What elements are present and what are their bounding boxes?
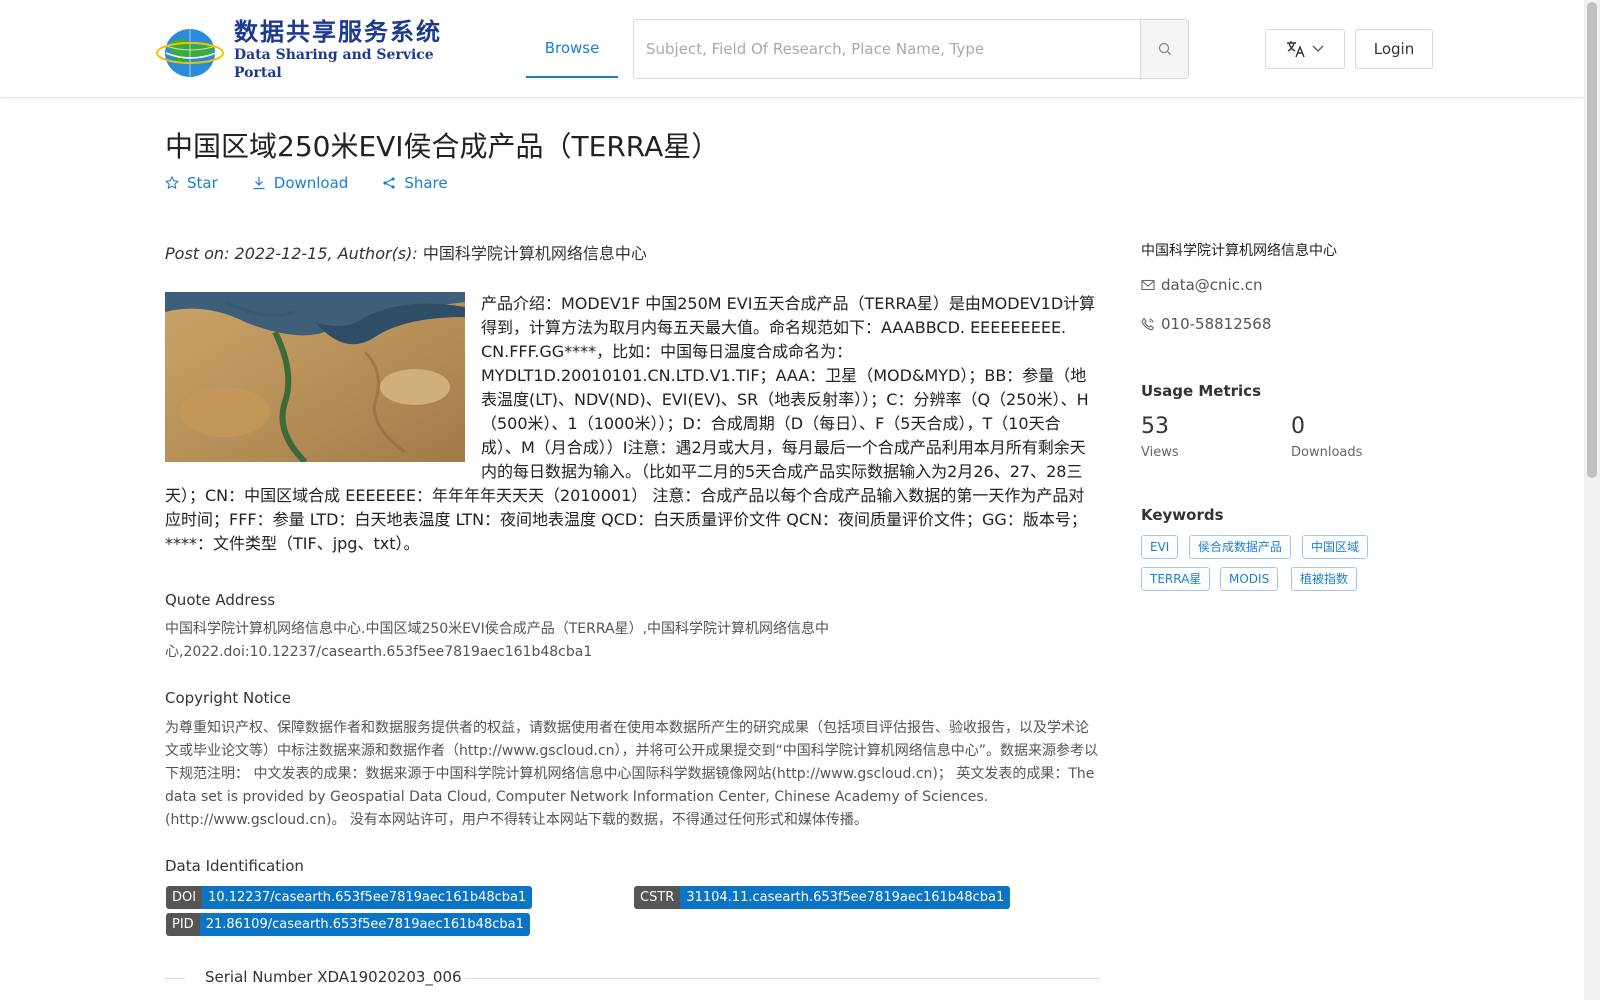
views-count: 53 (1141, 414, 1169, 439)
keyword-tag[interactable]: EVI (1141, 535, 1179, 559)
cstr-key: CSTR (634, 886, 681, 909)
language-switch-button[interactable] (1265, 29, 1345, 69)
search-button[interactable] (1140, 20, 1188, 78)
star-button[interactable]: Star (165, 174, 218, 192)
logo-chinese-text: 数据共享服务系统 (234, 18, 442, 46)
quote-address-title: Quote Address (165, 591, 276, 609)
pid-value: 21.86109/casearth.653f5ee7819aec161b48cb… (199, 913, 530, 936)
downloads-label: Downloads (1291, 445, 1363, 460)
dataset-thumbnail (165, 292, 465, 462)
share-label: Share (404, 174, 448, 192)
views-label: Views (1141, 445, 1179, 460)
cstr-value: 31104.11.casearth.653f5ee7819aec161b48cb… (680, 886, 1011, 909)
search-input[interactable] (634, 20, 1140, 78)
pid-key: PID (166, 913, 200, 936)
globe-logo-icon (152, 20, 230, 80)
doi-badge[interactable]: DOI 10.12237/casearth.653f5ee7819aec161b… (166, 886, 533, 909)
doi-key: DOI (166, 886, 203, 909)
email-text: data@cnic.cn (1161, 276, 1263, 294)
dataset-title: 中国区域250米EVI侯合成产品（TERRA星） (165, 130, 720, 163)
downloads-metric: 0 Downloads (1291, 414, 1362, 460)
dataset-description: 产品介绍：MODEV1F 中国250M EVI五天合成产品（TERRA星）是由M… (165, 292, 1100, 556)
keyword-tag[interactable]: MODIS (1220, 567, 1279, 591)
quote-address-text: 中国科学院计算机网络信息中心.中国区域250米EVI侯合成产品（TERRA星）,… (165, 621, 830, 660)
phone-text: 010-58812568 (1161, 315, 1272, 333)
chevron-down-icon (1312, 45, 1324, 52)
share-button[interactable]: Share (382, 174, 448, 192)
sidebar-email[interactable]: data@cnic.cn (1141, 276, 1262, 294)
download-button[interactable]: Download (252, 174, 349, 192)
author-name: 中国科学院计算机网络信息中心 (422, 244, 647, 263)
divider-line-left (165, 978, 185, 979)
post-date: Post on: 2022-12-15, Author(s): (165, 244, 423, 263)
scrollbar-thumb[interactable] (1587, 2, 1597, 478)
copyright-text: 为尊重知识产权、保障数据作者和数据服务提供者的权益，请数据使用者在使用本数据所产… (165, 720, 1099, 828)
keyword-tag[interactable]: 植被指数 (1291, 567, 1358, 591)
download-icon (253, 177, 265, 190)
nav-browse-tab[interactable]: Browse (526, 22, 618, 78)
serial-number: Serial Number XDA19020203_006 (205, 968, 462, 986)
downloads-count: 0 (1291, 414, 1305, 439)
logo-english-text: Data Sharing and Service Portal (234, 47, 434, 81)
copyright-title: Copyright Notice (165, 689, 291, 707)
share-icon (383, 177, 395, 189)
page-scrollbar[interactable] (1584, 0, 1600, 1000)
sidebar-phone: 010-58812568 (1141, 315, 1271, 333)
star-icon (165, 176, 179, 190)
doi-value: 10.12237/casearth.653f5ee7819aec161b48cb… (202, 886, 533, 909)
search-icon (1158, 42, 1171, 55)
data-identification-title: Data Identification (165, 857, 304, 875)
post-info: Post on: 2022-12-15, Author(s): 中国科学院计算机… (165, 240, 647, 264)
dataset-actions: Star Download Share (165, 174, 448, 192)
site-logo[interactable]: 数据共享服务系统 Data Sharing and Service Portal (152, 18, 442, 81)
star-label: Star (187, 174, 218, 192)
keywords-title: Keywords (1141, 506, 1224, 524)
download-label: Download (273, 174, 349, 192)
usage-metrics-title: Usage Metrics (1141, 382, 1261, 400)
keyword-tag[interactable]: TERRA星 (1141, 567, 1211, 591)
serial-number-divider: Serial Number XDA19020203_006 (165, 968, 1100, 988)
top-header: 数据共享服务系统 Data Sharing and Service Portal… (0, 0, 1584, 98)
mail-icon (1141, 279, 1155, 291)
divider-line-right (465, 978, 1100, 979)
pid-badge[interactable]: PID 21.86109/casearth.653f5ee7819aec161b… (166, 913, 530, 936)
search-bar (633, 19, 1189, 79)
translate-icon (1287, 41, 1305, 58)
keyword-tag[interactable]: 中国区域 (1302, 535, 1369, 559)
sidebar-organization: 中国科学院计算机网络信息中心 (1141, 243, 1337, 259)
keyword-tag[interactable]: 侯合成数据产品 (1189, 535, 1292, 559)
views-metric: 53 Views (1141, 414, 1179, 460)
login-button[interactable]: Login (1355, 29, 1433, 69)
phone-icon (1141, 317, 1155, 331)
cstr-badge[interactable]: CSTR 31104.11.casearth.653f5ee7819aec161… (634, 886, 1011, 909)
